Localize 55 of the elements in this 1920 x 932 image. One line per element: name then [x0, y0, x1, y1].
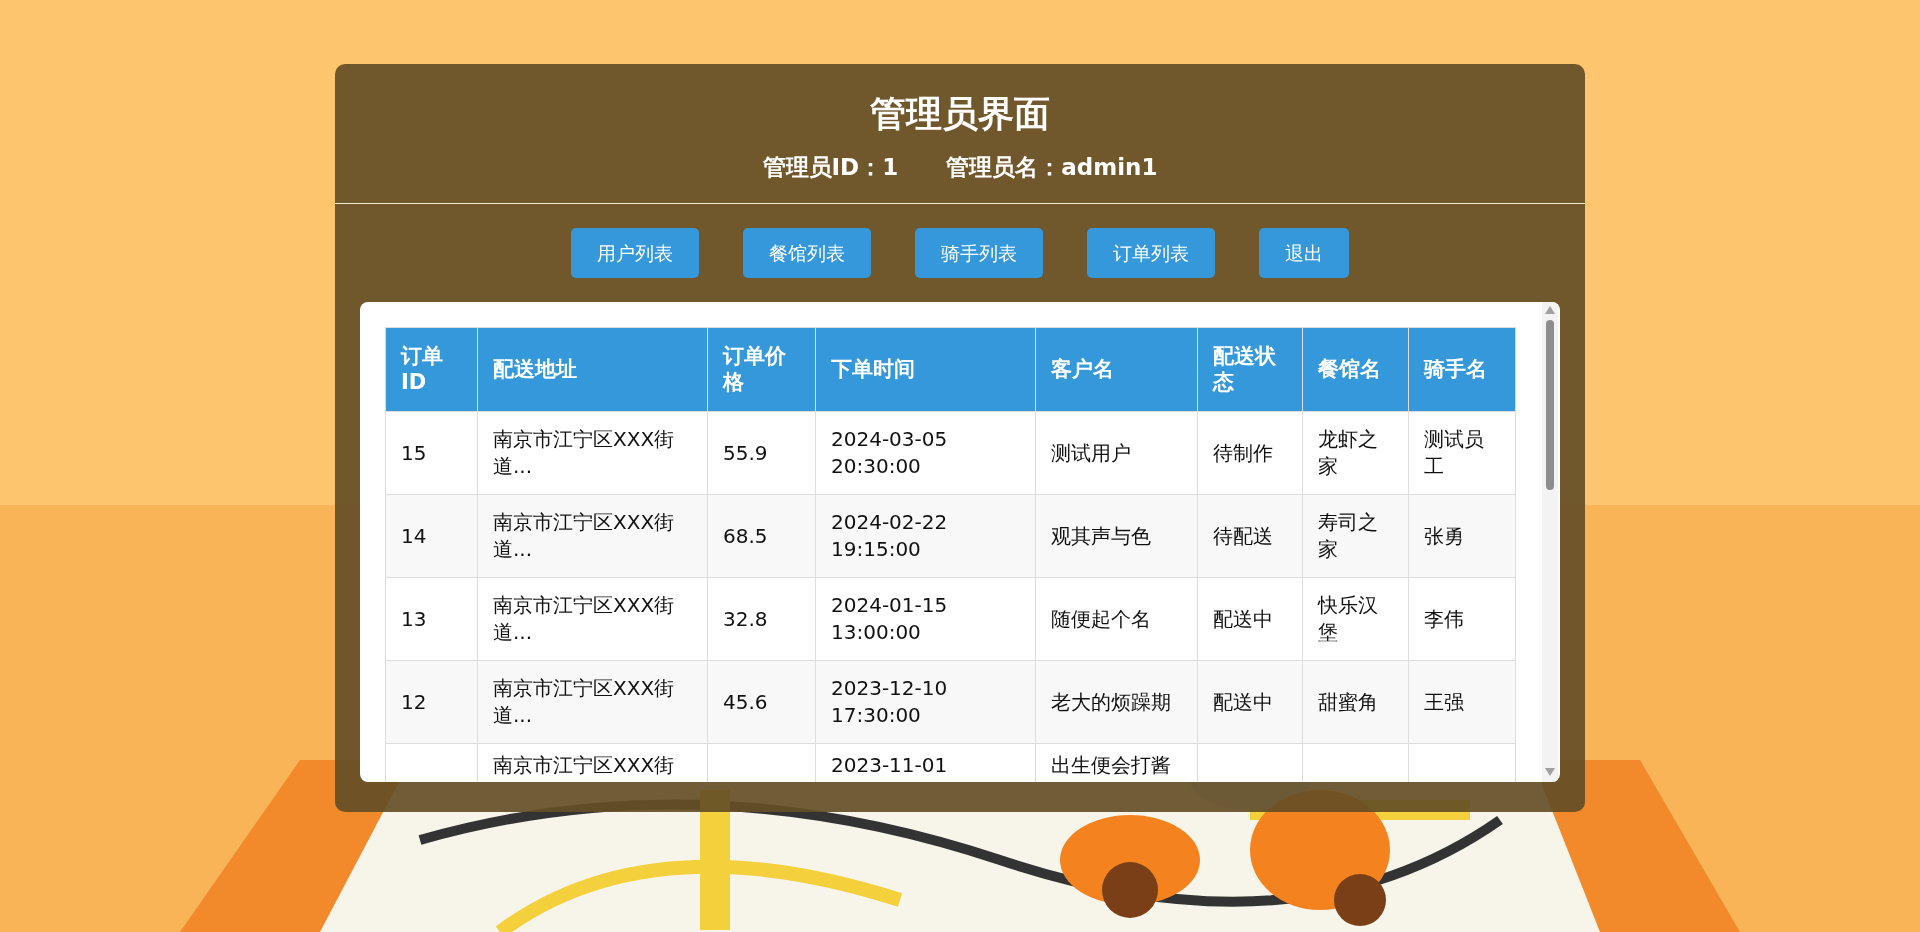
- table-cell: 张勇: [1408, 494, 1516, 578]
- table-cell: 快乐汉堡: [1302, 577, 1409, 661]
- column-header: 客户名: [1035, 327, 1198, 412]
- table-cell: 南京市江宁区XXX街道...: [477, 411, 708, 495]
- table-cell: 测试员工: [1408, 411, 1516, 495]
- table-cell: 南京市江宁区XXX街道...: [477, 494, 708, 578]
- table-cell: 2024-01-15 13:00:00: [815, 577, 1036, 661]
- column-header: 配送状态: [1197, 327, 1303, 412]
- column-header: 订单价格: [707, 327, 816, 412]
- table-cell: 2024-03-05 20:30:00: [815, 411, 1036, 495]
- column-header: 下单时间: [815, 327, 1036, 412]
- table-cell: 配送中: [1197, 660, 1303, 744]
- column-header: 餐馆名: [1302, 327, 1409, 412]
- scrollbar-thumb[interactable]: [1546, 320, 1554, 490]
- table-cell: 待配送: [1197, 494, 1303, 578]
- table-cell: 14: [385, 494, 478, 578]
- table-cell: 南京市江宁区XXX街: [493, 753, 675, 777]
- table-cell: 45.6: [707, 660, 816, 744]
- nav-button[interactable]: 骑手列表: [915, 228, 1043, 278]
- admin-name: 管理员名：admin1: [946, 156, 1158, 179]
- scroll-down-icon[interactable]: [1545, 768, 1555, 776]
- table-cell: 南京市江宁区XXX街道...: [477, 660, 708, 744]
- nav-button[interactable]: 退出: [1259, 228, 1349, 278]
- table-cell: 12: [385, 660, 478, 744]
- table-cell: 2023-11-01: [831, 753, 948, 777]
- nav-button[interactable]: 用户列表: [571, 228, 699, 278]
- table-cell: 测试用户: [1035, 411, 1198, 495]
- table-cell: 南京市江宁区XXX街道...: [477, 577, 708, 661]
- table-cell: 13: [385, 577, 478, 661]
- table-cell: 龙虾之家: [1302, 411, 1409, 495]
- table-cell: 68.5: [707, 494, 816, 578]
- table-cell: 配送中: [1197, 577, 1303, 661]
- nav-button[interactable]: 订单列表: [1087, 228, 1215, 278]
- table-cell: 32.8: [707, 577, 816, 661]
- table-cell: 55.9: [707, 411, 816, 495]
- table-cell: 观其声与色: [1035, 494, 1198, 578]
- table-cell: 待制作: [1197, 411, 1303, 495]
- table-cell: 2023-12-10 17:30:00: [815, 660, 1036, 744]
- column-header: 配送地址: [477, 327, 708, 412]
- table-cell: 15: [385, 411, 478, 495]
- admin-id: 管理员ID：1: [762, 156, 899, 179]
- table-cell: 甜蜜角: [1302, 660, 1409, 744]
- column-header: 订单ID: [385, 327, 478, 412]
- column-header: 骑手名: [1408, 327, 1516, 412]
- table-cell: 2024-02-22 19:15:00: [815, 494, 1036, 578]
- table-cell: 李伟: [1408, 577, 1516, 661]
- table-cell: 寿司之家: [1302, 494, 1409, 578]
- table-cell: 出生便会打酱: [1051, 753, 1171, 777]
- page-title: 管理员界面: [869, 96, 1051, 132]
- scrollbar[interactable]: [1542, 302, 1558, 782]
- nav-button[interactable]: 餐馆列表: [743, 228, 871, 278]
- table-cell: 老大的烦躁期: [1035, 660, 1198, 744]
- table-cell: 随便起个名: [1035, 577, 1198, 661]
- table-cell: 王强: [1408, 660, 1516, 744]
- scroll-up-icon[interactable]: [1545, 306, 1555, 314]
